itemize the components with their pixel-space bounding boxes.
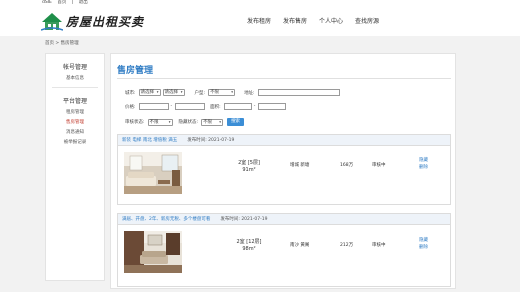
sidebar: 帐号管理 基本信息 平台管理 租房管理 售房管理 消息通知 被举报记录 xyxy=(45,53,105,281)
province-select[interactable]: 请选择 ▾ xyxy=(138,89,161,96)
house-logo-icon xyxy=(41,13,63,31)
price-max-input[interactable] xyxy=(175,103,206,110)
site-header: 房屋出租买卖 发布租房 发布售房 个人中心 查找房源 xyxy=(0,6,520,36)
price-min-input[interactable] xyxy=(138,103,169,110)
listing-tags[interactable]: 满居、开盘、2年、新房无税、多个楼盘可看 xyxy=(122,216,210,222)
listing-header: 新装 电梯 南北 增值税 满五 发布时间: 2021-07-19 xyxy=(118,135,450,146)
audit-status-label: 审核状态: xyxy=(125,120,145,125)
nav-publish-rent[interactable]: 发布租房 xyxy=(247,16,271,28)
chevron-down-icon: ▾ xyxy=(219,119,222,124)
listing-header: 满居、开盘、2年、新房无税、多个楼盘可看 发布时间: 2021-07-19 xyxy=(118,214,450,225)
nav-find-house[interactable]: 查找房源 xyxy=(355,16,379,28)
page-title: 售房管理 xyxy=(117,66,154,76)
price-label: 价格: xyxy=(125,104,136,110)
main-nav: 发布租房 发布售房 个人中心 查找房源 xyxy=(247,16,391,28)
listing-published: 发布时间: 2021-07-19 xyxy=(187,138,235,143)
hide-button[interactable]: 隐藏 xyxy=(419,237,428,243)
city-select[interactable]: 请选择 ▾ xyxy=(162,89,185,96)
title-divider xyxy=(117,78,451,79)
logout-link[interactable]: 退出 xyxy=(79,0,88,5)
area-min-input[interactable] xyxy=(223,103,252,110)
listing-location: 增城 新塘 xyxy=(290,163,310,168)
listing-status: 审核中 xyxy=(372,163,386,168)
home-link[interactable]: 首页 xyxy=(57,0,66,5)
listing-rooms: 2室 [5层] xyxy=(238,160,260,166)
filter-row-status: 审核状态: 不限 ▾ 隐藏状态: 不限 ▾ 搜索 xyxy=(125,118,245,126)
listing-tags[interactable]: 新装 电梯 南北 增值税 满五 xyxy=(122,137,177,143)
filter-row-range: 价格: - 面积: - xyxy=(125,103,288,110)
listing-price: 168万 xyxy=(340,163,354,168)
filter-row-location: 城市: 请选择 ▾ 请选择 ▾ 户型: 不限 ▾ 地址: xyxy=(125,89,342,96)
sidebar-item-sale-manage[interactable]: 售房管理 xyxy=(46,119,104,125)
delete-button[interactable]: 删除 xyxy=(419,164,428,170)
area-label: 面积: xyxy=(210,104,221,110)
listing-rooms: 2室 [12层] xyxy=(236,239,262,245)
hidden-status-label: 隐藏状态: xyxy=(178,120,199,125)
main-panel: 售房管理 城市: 请选择 ▾ 请选择 ▾ 户型: 不限 ▾ 地址: 价格: - 面积:… xyxy=(110,53,456,289)
address-input[interactable] xyxy=(257,89,340,96)
breadcrumb: 首页 > 售房管理 xyxy=(45,41,79,46)
nav-publish-sale[interactable]: 发布售房 xyxy=(283,16,307,28)
sidebar-item-notifications[interactable]: 消息通知 xyxy=(46,129,104,135)
sidebar-section-platform: 平台管理 xyxy=(62,98,87,105)
sidebar-item-rent-manage[interactable]: 租房管理 xyxy=(46,109,104,115)
delete-button[interactable]: 删除 xyxy=(419,244,428,250)
site-logo[interactable]: 房屋出租买卖 xyxy=(41,8,143,32)
listing-area: 91m² xyxy=(242,167,256,173)
listing-published: 发布时间: 2021-07-19 xyxy=(220,217,268,222)
listing-photo[interactable] xyxy=(124,231,182,273)
sidebar-item-basic-info[interactable]: 基本信息 xyxy=(46,75,104,81)
range-separator: - xyxy=(253,104,256,109)
chevron-down-icon: ▾ xyxy=(231,90,234,94)
hide-button[interactable]: 隐藏 xyxy=(419,157,428,163)
hidden-status-select[interactable]: 不限 ▾ xyxy=(201,118,224,126)
listing-card: 满居、开盘、2年、新房无税、多个楼盘可看 发布时间: 2021-07-19 2室… xyxy=(117,213,451,287)
chevron-down-icon: ▾ xyxy=(156,90,159,94)
listing-area: 98m² xyxy=(242,246,256,252)
city-label: 城市: xyxy=(125,90,136,96)
username: dSIE xyxy=(42,0,52,5)
nav-personal-center[interactable]: 个人中心 xyxy=(319,16,343,28)
listing-card: 新装 电梯 南北 增值税 满五 发布时间: 2021-07-19 2室 [5层]… xyxy=(117,134,451,205)
range-separator: - xyxy=(170,104,173,109)
area-max-input[interactable] xyxy=(258,103,287,110)
listing-photo[interactable] xyxy=(124,152,182,194)
sidebar-section-account: 帐号管理 xyxy=(62,64,87,71)
sidebar-item-reports[interactable]: 被举报记录 xyxy=(46,139,104,145)
audit-status-select[interactable]: 不限 ▾ xyxy=(147,118,173,126)
brand-name: 房屋出租买卖 xyxy=(66,15,145,29)
listing-location: 南沙 黄阁 xyxy=(290,243,310,248)
listing-price: 212万 xyxy=(340,243,354,248)
separator: | xyxy=(71,0,74,5)
listing-status: 审核中 xyxy=(372,243,386,248)
sidebar-divider xyxy=(52,87,98,88)
layout-select[interactable]: 不限 ▾ xyxy=(208,89,236,96)
chevron-down-icon: ▾ xyxy=(180,90,183,94)
search-button[interactable]: 搜索 xyxy=(227,118,245,126)
chevron-down-icon: ▾ xyxy=(168,119,171,124)
layout-label: 户型: xyxy=(194,90,206,96)
address-label: 地址: xyxy=(244,90,255,96)
